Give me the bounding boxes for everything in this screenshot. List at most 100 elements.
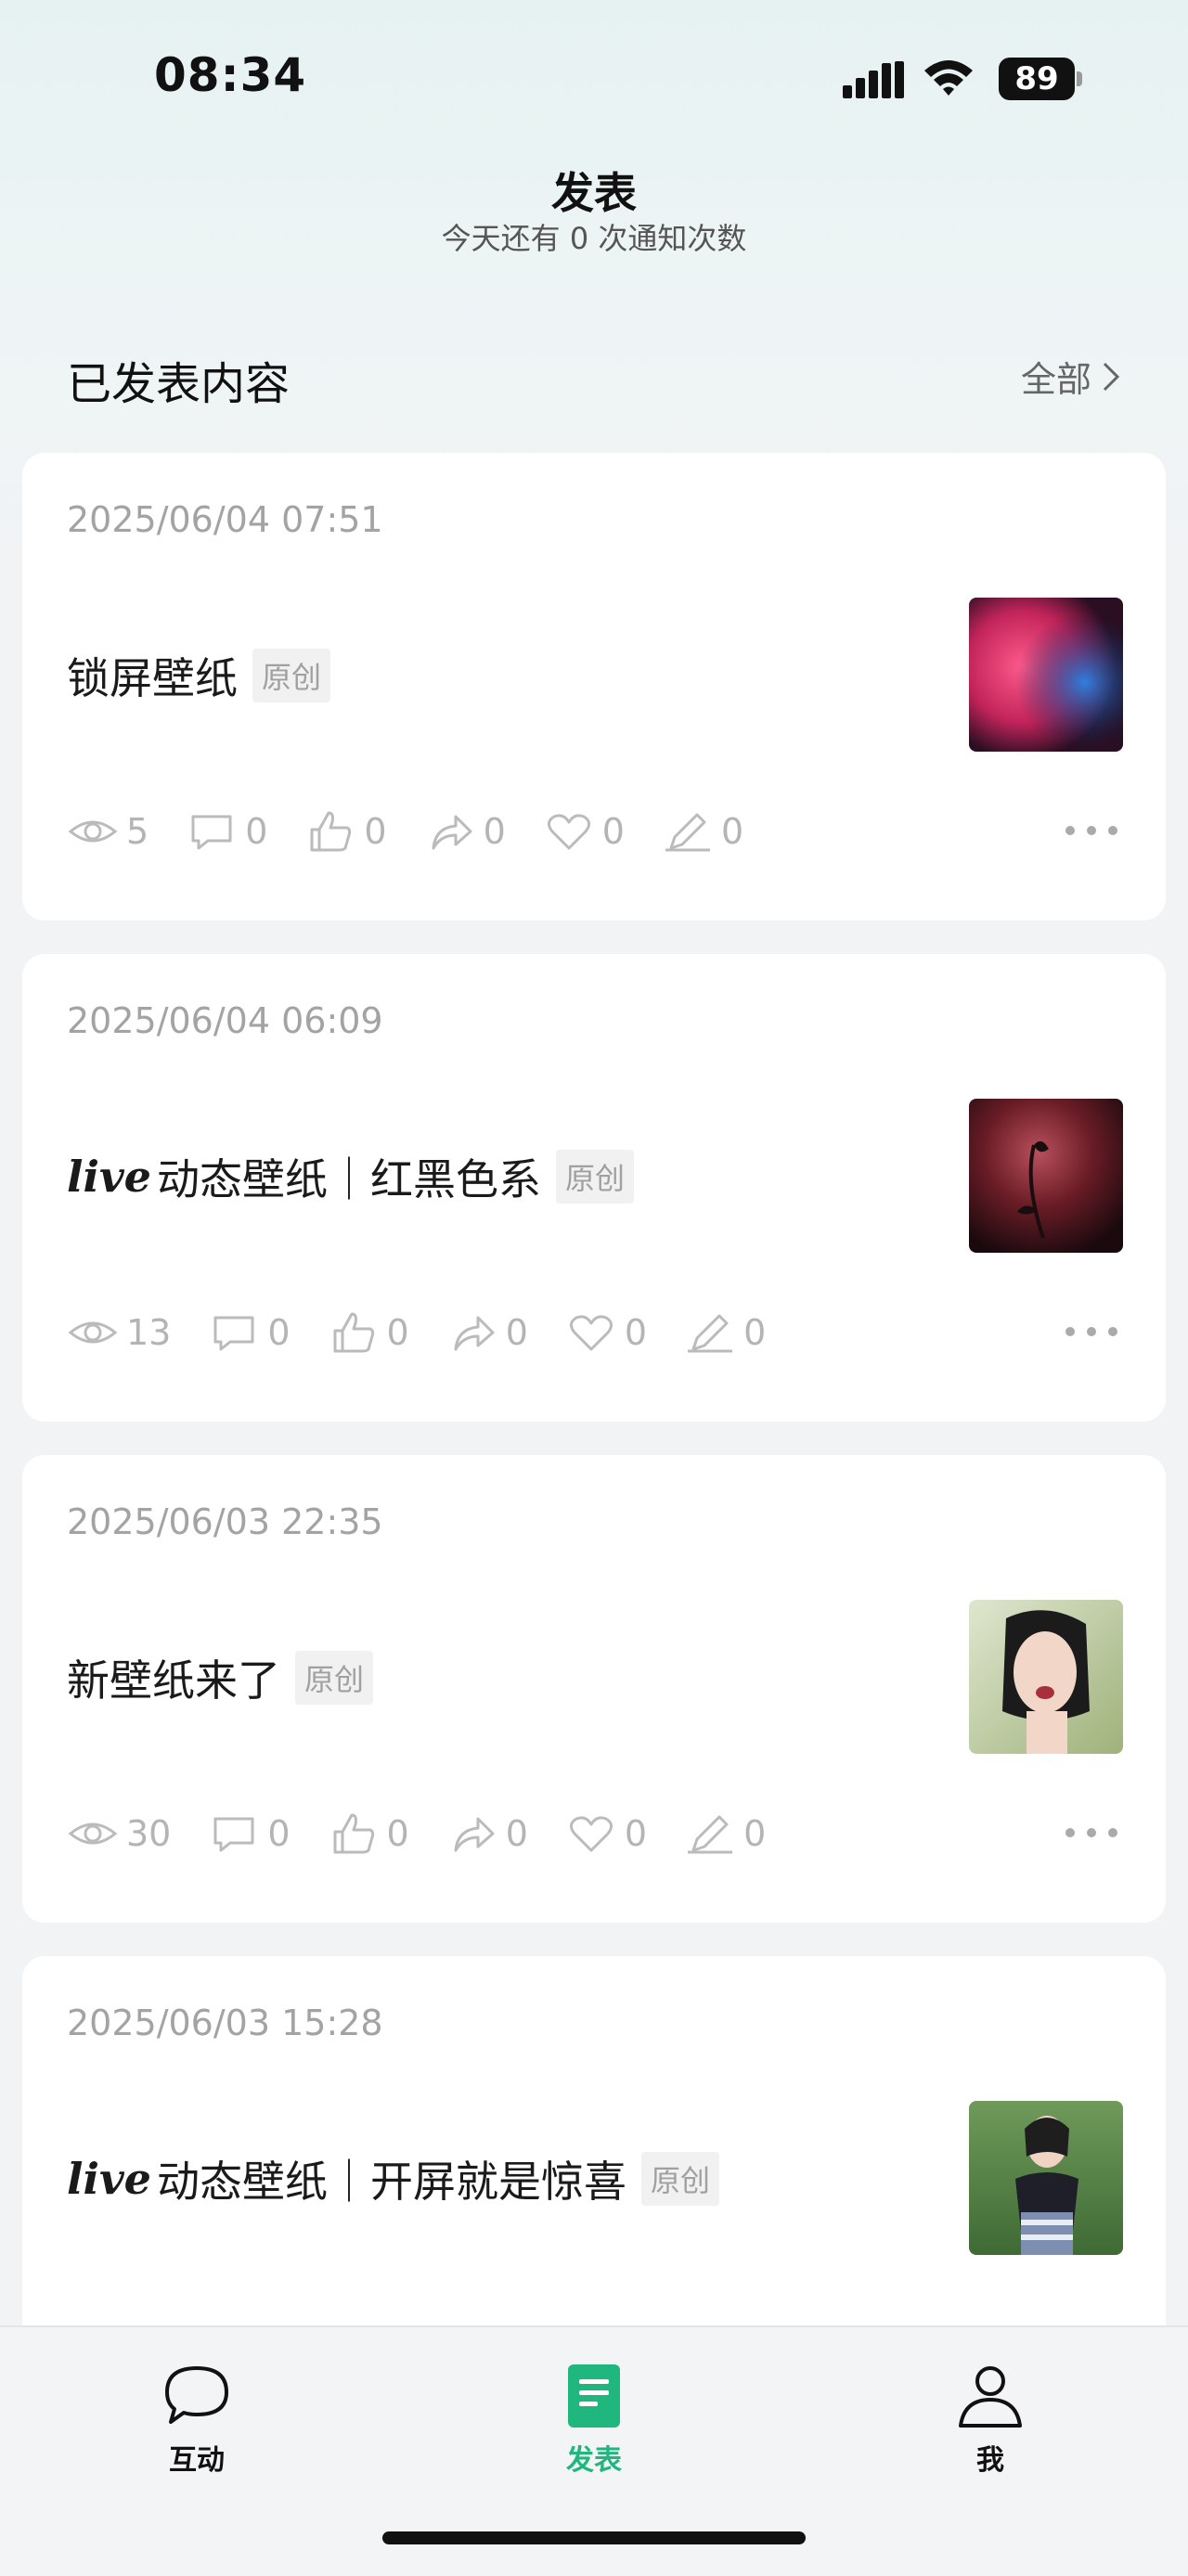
post-title: 锁屏壁纸 [67, 653, 238, 703]
post-title: 动态壁纸｜红黑色系 [156, 1154, 541, 1204]
shares-stat[interactable]: 0 [424, 809, 506, 854]
status-time: 08:34 [154, 48, 307, 102]
portrait-outdoor-image [969, 2101, 1123, 2255]
thumbs-up-icon [333, 1813, 374, 1854]
post-title-row: live 动态壁纸｜开屏就是惊喜 原创 [67, 2151, 719, 2207]
views-count: 13 [126, 1312, 172, 1353]
home-indicator [382, 2531, 806, 2544]
comments-count: 0 [267, 1813, 291, 1854]
heart-icon [569, 1816, 613, 1852]
original-tag: 原创 [640, 2152, 719, 2206]
page-title: 发表 [551, 168, 637, 218]
edits-stat[interactable]: 0 [662, 809, 743, 854]
post-date: 2025/06/04 07:51 [67, 499, 383, 540]
more-options-icon[interactable] [1065, 1828, 1117, 1841]
person-icon [959, 2366, 1022, 2428]
favorites-stat[interactable]: 0 [565, 1811, 647, 1856]
post-date: 2025/06/03 15:28 [67, 2003, 383, 2043]
post-thumbnail[interactable] [969, 1600, 1123, 1754]
comment-icon [213, 1316, 254, 1351]
cellular-signal-icon [843, 61, 904, 98]
shares-count: 0 [483, 811, 506, 852]
post-card[interactable]: 2025/06/04 07:51 锁屏壁纸 原创 5 0 0 0 0 0 [22, 453, 1166, 921]
view-all-link[interactable]: 全部 [1021, 351, 1121, 402]
share-arrow-icon [432, 815, 472, 850]
likes-count: 0 [386, 1312, 409, 1353]
comments-stat[interactable]: 0 [208, 1310, 291, 1355]
shares-stat[interactable]: 0 [446, 1811, 528, 1856]
comments-stat[interactable]: 0 [186, 809, 267, 854]
portrait-photo-image [969, 1600, 1123, 1754]
shares-count: 0 [505, 1813, 528, 1854]
post-title-row: 锁屏壁纸 原创 [67, 648, 331, 703]
comments-stat[interactable]: 0 [208, 1811, 291, 1856]
favorites-stat[interactable]: 0 [565, 1310, 647, 1355]
post-stats: 13 0 0 0 0 0 [67, 1310, 803, 1355]
thumbs-up-icon [333, 1312, 374, 1353]
tab-publish-label: 发表 [566, 2444, 622, 2477]
battery-tip [1077, 71, 1082, 86]
more-options-icon[interactable] [1065, 826, 1117, 839]
favorites-stat[interactable]: 0 [543, 809, 625, 854]
views-stat: 13 [67, 1310, 171, 1355]
views-stat: 5 [67, 809, 148, 854]
live-badge: live [67, 2154, 151, 2204]
more-options-icon[interactable] [1065, 1327, 1117, 1340]
comments-count: 0 [267, 1312, 291, 1353]
heart-icon [547, 814, 590, 850]
post-thumbnail[interactable] [969, 1099, 1123, 1253]
views-count: 30 [126, 1813, 172, 1854]
pen-icon [688, 1314, 733, 1353]
tab-publish[interactable]: 发表 [520, 2361, 668, 2478]
shares-count: 0 [505, 1312, 528, 1353]
edits-stat[interactable]: 0 [684, 1310, 766, 1355]
edits-count: 0 [720, 811, 744, 852]
favorites-count: 0 [601, 811, 625, 852]
page-subtitle: 今天还有 0 次通知次数 [441, 221, 747, 256]
tab-me-label: 我 [976, 2444, 1004, 2477]
eye-icon [68, 1823, 118, 1845]
comment-icon [191, 815, 232, 850]
likes-stat[interactable]: 0 [304, 809, 387, 854]
edits-count: 0 [743, 1312, 767, 1353]
eye-icon [68, 1321, 118, 1344]
post-title: 动态壁纸｜开屏就是惊喜 [156, 2157, 626, 2207]
powder-explosion-image [969, 598, 1123, 752]
likes-stat[interactable]: 0 [328, 1310, 409, 1355]
battery-level: 89 [999, 58, 1075, 100]
wifi-icon [924, 60, 973, 96]
post-date: 2025/06/03 22:35 [67, 1501, 383, 1542]
comment-icon [213, 1817, 254, 1852]
views-count: 5 [126, 811, 149, 852]
pen-icon [688, 1815, 733, 1854]
eye-icon [68, 820, 118, 843]
favorites-count: 0 [624, 1813, 648, 1854]
tab-me[interactable]: 我 [916, 2361, 1065, 2478]
share-arrow-icon [454, 1817, 495, 1852]
edits-stat[interactable]: 0 [684, 1811, 766, 1856]
post-title: 新壁纸来了 [67, 1655, 280, 1706]
views-stat: 30 [67, 1811, 171, 1856]
post-thumbnail[interactable] [969, 598, 1123, 752]
original-tag: 原创 [252, 649, 331, 702]
thumbs-up-icon [310, 811, 352, 852]
post-stats: 5 0 0 0 0 0 [67, 809, 781, 854]
post-card[interactable]: 2025/06/03 22:35 新壁纸来了 原创 30 0 0 0 0 0 [22, 1455, 1166, 1923]
share-arrow-icon [454, 1316, 495, 1351]
likes-count: 0 [386, 1813, 409, 1854]
post-card[interactable]: 2025/06/04 06:09 live 动态壁纸｜红黑色系 原创 13 0 … [22, 954, 1166, 1422]
view-all-label: 全部 [1020, 359, 1091, 400]
document-icon [568, 2364, 620, 2428]
live-badge: live [67, 1152, 151, 1202]
pen-icon [665, 813, 710, 852]
post-thumbnail[interactable] [969, 2101, 1123, 2255]
red-flower-image [969, 1099, 1123, 1253]
tab-interaction[interactable]: 互动 [123, 2361, 271, 2478]
heart-icon [569, 1315, 613, 1351]
tab-interaction-label: 互动 [169, 2444, 225, 2477]
likes-stat[interactable]: 0 [328, 1811, 409, 1856]
status-bar: 08:34 89 [0, 0, 1188, 158]
edits-count: 0 [743, 1813, 767, 1854]
likes-count: 0 [364, 811, 387, 852]
shares-stat[interactable]: 0 [446, 1310, 528, 1355]
